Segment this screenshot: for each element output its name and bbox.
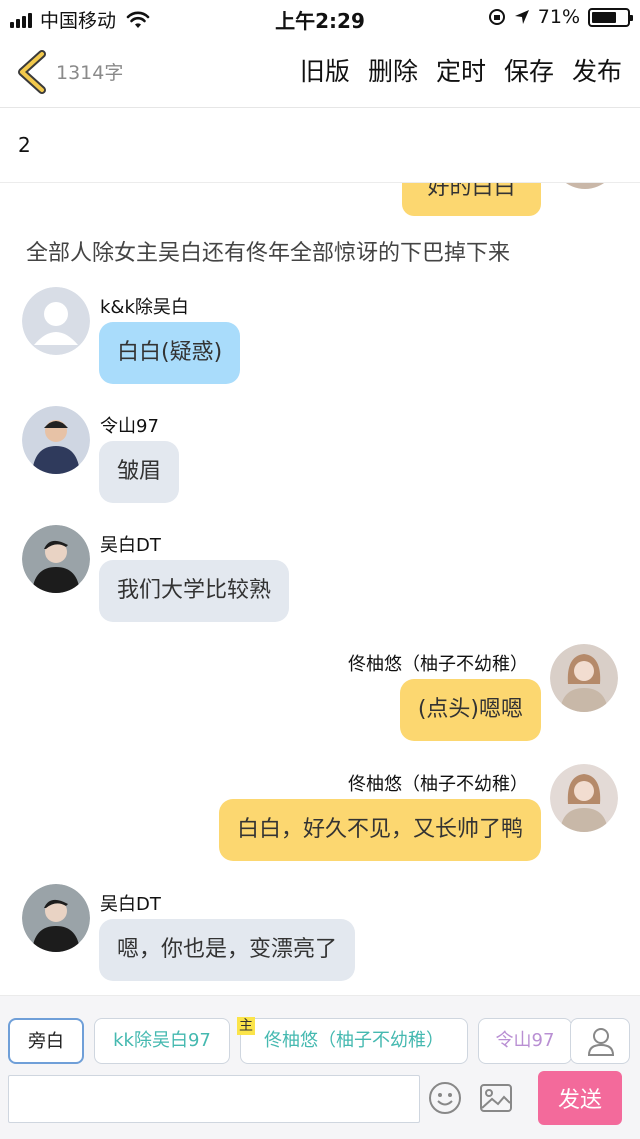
message-bubble[interactable]: 我们大学比较熟 bbox=[99, 560, 290, 622]
word-count: 1314字 bbox=[56, 62, 124, 84]
main-role-badge: 主 bbox=[237, 1017, 255, 1035]
emoji-icon[interactable] bbox=[428, 1081, 462, 1115]
sender-name: 令山97 bbox=[100, 416, 159, 437]
message-bubble[interactable]: 好的白白 bbox=[402, 183, 541, 216]
compose-panel: 旁白 kk除吴白97 主 佟柚悠（柚子不幼稚） 令山97 发送 bbox=[0, 995, 640, 1139]
battery-level bbox=[592, 11, 617, 23]
avatar bbox=[552, 183, 618, 189]
role-chip-lingshan[interactable]: 令山97 bbox=[478, 1018, 572, 1064]
chat-area[interactable]: 好的白白 全部人除女主吴白还有佟年全部惊讶的下巴掉下来 k&k除吴白 白白(疑惑… bbox=[0, 183, 640, 995]
message-bubble[interactable]: (点头)嗯嗯 bbox=[399, 679, 541, 741]
rotation-lock-icon bbox=[488, 9, 505, 25]
message-bubble[interactable]: 白白(疑惑) bbox=[99, 322, 241, 384]
user-icon bbox=[587, 1028, 615, 1056]
editor-header: 1314字 旧版 删除 定时 保存 发布 bbox=[0, 36, 640, 108]
narration-text[interactable]: 全部人除女主吴白还有佟年全部惊讶的下巴掉下来 bbox=[26, 235, 510, 267]
avatar bbox=[22, 884, 90, 952]
sender-name: 吴白DT bbox=[100, 894, 161, 915]
battery-percent: 71% bbox=[537, 6, 580, 28]
publish-button[interactable]: 发布 bbox=[572, 52, 622, 88]
avatar bbox=[22, 525, 90, 593]
location-icon bbox=[514, 10, 529, 24]
add-role-button[interactable] bbox=[570, 1018, 630, 1064]
message-bubble[interactable]: 嗯，你也是，变漂亮了 bbox=[99, 919, 356, 981]
message-bubble[interactable]: 白白，好久不见，又长帅了鸭 bbox=[218, 799, 541, 861]
save-button[interactable]: 保存 bbox=[504, 52, 554, 88]
battery-icon bbox=[588, 7, 633, 27]
delete-button[interactable]: 删除 bbox=[368, 52, 418, 88]
role-chip-label: 佟柚悠（柚子不幼稚） bbox=[264, 1030, 444, 1051]
old-version-button[interactable]: 旧版 bbox=[300, 52, 350, 88]
sender-name: 吴白DT bbox=[100, 535, 161, 556]
back-chevron-icon[interactable] bbox=[14, 50, 50, 94]
avatar bbox=[22, 406, 90, 474]
sender-name: 佟柚悠（柚子不幼稚） bbox=[348, 654, 528, 675]
sender-name: 佟柚悠（柚子不幼稚） bbox=[348, 774, 528, 795]
role-chip-kk[interactable]: kk除吴白97 bbox=[94, 1018, 230, 1064]
status-bar: 中国移动 上午2:29 71% bbox=[0, 0, 640, 36]
role-selector: 旁白 kk除吴白97 主 佟柚悠（柚子不幼稚） 令山97 bbox=[8, 1017, 572, 1064]
avatar bbox=[550, 764, 618, 832]
chapter-title[interactable]: 2 bbox=[18, 133, 31, 157]
message-bubble[interactable]: 皱眉 bbox=[99, 441, 180, 503]
sender-name: k&k除吴白 bbox=[100, 297, 189, 318]
message-input[interactable] bbox=[8, 1075, 420, 1123]
schedule-button[interactable]: 定时 bbox=[436, 52, 486, 88]
role-chip-narrator[interactable]: 旁白 bbox=[8, 1018, 84, 1064]
role-chip-tong[interactable]: 主 佟柚悠（柚子不幼稚） bbox=[237, 1017, 468, 1064]
image-icon[interactable] bbox=[478, 1081, 514, 1115]
avatar bbox=[550, 644, 618, 712]
default-avatar-icon bbox=[22, 287, 90, 355]
send-button[interactable]: 发送 bbox=[538, 1071, 622, 1125]
